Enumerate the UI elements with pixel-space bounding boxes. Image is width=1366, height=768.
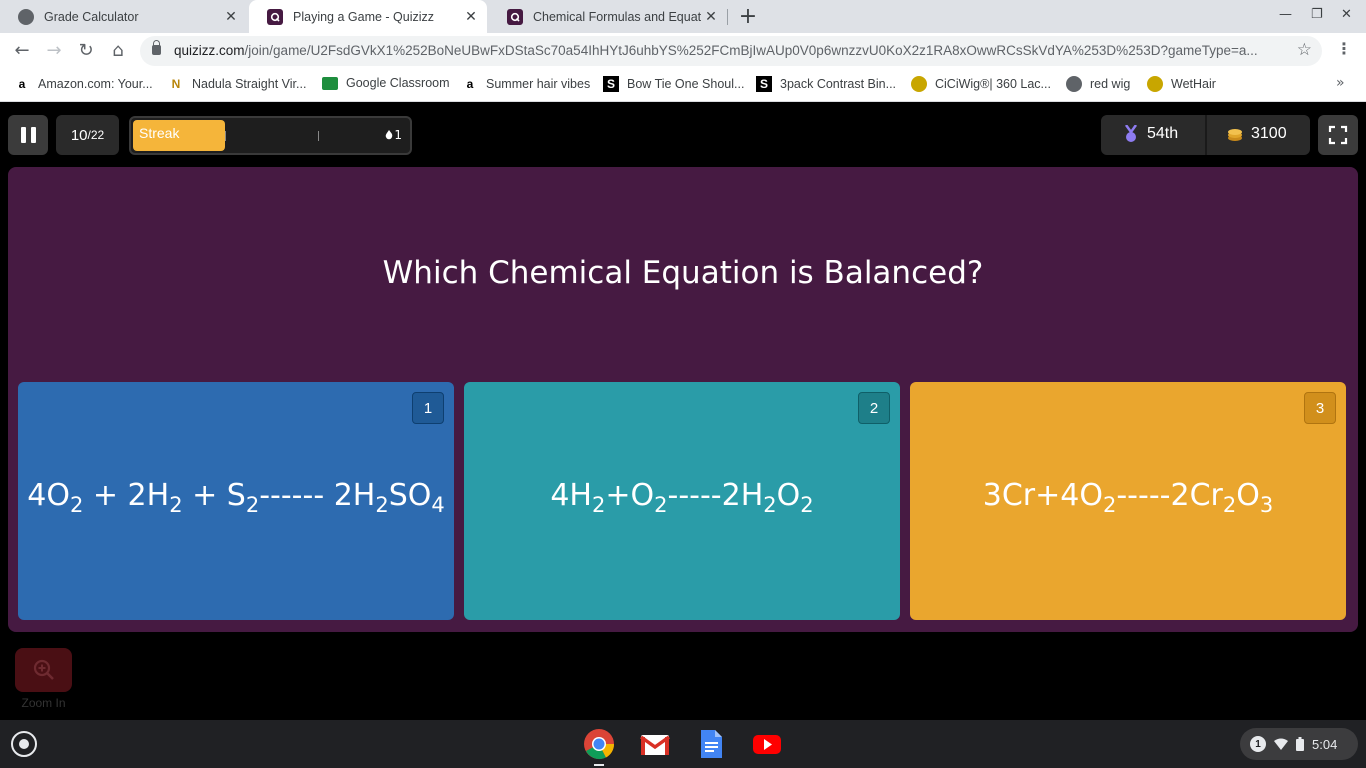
- tab-strip: Grade Calculator ✕ Playing a Game - Quiz…: [0, 0, 1366, 33]
- youtube-icon[interactable]: [751, 728, 783, 760]
- streak-counter: 1: [385, 128, 402, 142]
- fullscreen-icon: [1328, 125, 1348, 145]
- tab-chemical-formulas[interactable]: Chemical Formulas and Equatio ✕: [489, 0, 727, 33]
- more-bookmarks-icon[interactable]: »: [1336, 75, 1345, 91]
- s-icon: S: [756, 76, 772, 92]
- streak-bar: Streak 1: [129, 116, 412, 155]
- answer-option-2[interactable]: 2 4H2+O2-----2H2O2: [464, 382, 900, 620]
- battery-icon: [1296, 737, 1304, 751]
- bookmark-star-icon[interactable]: ☆: [1297, 40, 1312, 60]
- menu-icon[interactable]: ⋮: [1336, 39, 1352, 58]
- globe-icon: [1066, 76, 1082, 92]
- bookmark-summer-hair[interactable]: a Summer hair vibes: [462, 76, 591, 92]
- bookmark-wethair[interactable]: WetHair: [1147, 76, 1216, 92]
- forward-icon[interactable]: →: [42, 39, 66, 63]
- tab-title: Playing a Game - Quizizz: [293, 9, 435, 24]
- minimize-icon[interactable]: —: [1279, 7, 1292, 22]
- tab-quizizz-game[interactable]: Playing a Game - Quizizz ✕: [249, 0, 487, 33]
- nadula-icon: N: [171, 77, 181, 91]
- option-text: 4H2+O2-----2H2O2: [550, 478, 814, 517]
- fire-icon: [386, 130, 393, 140]
- amazon-icon: a: [18, 77, 26, 91]
- bookmark-red-wig[interactable]: red wig: [1066, 76, 1130, 92]
- amazon-icon: a: [466, 77, 474, 91]
- bookmarks-bar: a Amazon.com: Your... N Nadula Straight Vi…: [0, 69, 1366, 102]
- active-indicator: [594, 764, 604, 766]
- option-number: 1: [412, 392, 444, 424]
- gmail-icon[interactable]: [639, 728, 671, 760]
- bookmark-ciciwig[interactable]: CiCiWig®| 360 Lac...: [911, 76, 1051, 92]
- status-tray[interactable]: 1 5:04: [1240, 728, 1358, 760]
- zoom-in-label: Zoom In: [21, 696, 66, 710]
- coins-icon: [1228, 129, 1242, 141]
- tab-title: Chemical Formulas and Equatio: [533, 9, 701, 24]
- zoom-in-button[interactable]: [15, 648, 72, 692]
- clock: 5:04: [1312, 736, 1338, 752]
- question-counter: 10/22: [56, 115, 119, 155]
- question-panel: Which Chemical Equation is Balanced? 1 4…: [8, 167, 1358, 632]
- pause-button[interactable]: [8, 115, 48, 155]
- pause-icon: [20, 127, 26, 143]
- close-icon[interactable]: ✕: [701, 8, 721, 25]
- option-number: 2: [858, 392, 890, 424]
- restore-icon[interactable]: ❐: [1311, 7, 1323, 22]
- leaf-icon: [911, 76, 927, 92]
- option-text: 3Cr+4O2-----2Cr2O3: [982, 478, 1274, 517]
- s-icon: S: [603, 76, 619, 92]
- option-text: 4O2 + 2H2 + S2------ 2H2SO4: [27, 478, 445, 517]
- fullscreen-button[interactable]: [1318, 115, 1358, 155]
- reload-icon[interactable]: ↻: [74, 39, 98, 63]
- coins-display: 3100: [1227, 125, 1287, 143]
- docs-icon[interactable]: [695, 728, 727, 760]
- option-number: 3: [1304, 392, 1336, 424]
- question-text: Which Chemical Equation is Balanced?: [382, 255, 984, 291]
- address-bar[interactable]: quizizz.com/join/game/U2FsdGVkX1%252BoNe…: [140, 36, 1322, 66]
- home-icon[interactable]: ⌂: [106, 39, 130, 63]
- close-icon[interactable]: ✕: [221, 8, 241, 25]
- tab-title: Grade Calculator: [44, 9, 139, 24]
- bookmark-amazon[interactable]: a Amazon.com: Your...: [14, 76, 153, 92]
- globe-icon: [18, 8, 34, 25]
- answer-option-1[interactable]: 1 4O2 + 2H2 + S2------ 2H2SO4: [18, 382, 454, 620]
- streak-tick: [318, 131, 319, 141]
- close-icon[interactable]: ✕: [461, 8, 481, 25]
- launcher-icon[interactable]: [11, 731, 37, 757]
- back-icon[interactable]: ←: [10, 39, 34, 63]
- answer-option-3[interactable]: 3 3Cr+4O2-----2Cr2O3: [910, 382, 1346, 620]
- browser-toolbar: ← → ↻ ⌂ quizizz.com/join/game/U2FsdGVkX1…: [0, 33, 1366, 69]
- bookmark-google-classroom[interactable]: Google Classroom: [322, 76, 450, 90]
- quiz-game: 10/22 Streak 1 54th 3100 Which Chemical …: [0, 103, 1366, 720]
- medal-icon: [1124, 125, 1138, 142]
- new-tab-icon[interactable]: +: [737, 4, 759, 29]
- bookmark-3pack[interactable]: S 3pack Contrast Bin...: [756, 76, 896, 92]
- leaf-icon: [1147, 76, 1163, 92]
- rank-display: 54th: [1123, 125, 1178, 143]
- classroom-icon: [322, 76, 338, 90]
- wifi-icon: [1274, 738, 1288, 750]
- bookmark-bow-tie[interactable]: S Bow Tie One Shoul...: [603, 76, 744, 92]
- score-box: 54th 3100: [1101, 115, 1310, 155]
- url-text: quizizz.com/join/game/U2FsdGVkX1%252BoNe…: [174, 43, 1258, 58]
- chrome-icon[interactable]: [583, 728, 615, 760]
- os-shelf: 1 5:04: [0, 720, 1366, 768]
- tab-grade-calculator[interactable]: Grade Calculator ✕: [0, 0, 247, 33]
- lock-icon: [152, 40, 161, 55]
- tab-separator: [727, 9, 728, 25]
- quizizz-icon: [267, 8, 283, 25]
- quizizz-icon: [507, 8, 523, 25]
- bookmark-nadula[interactable]: N Nadula Straight Vir...: [168, 76, 307, 92]
- notification-badge: 1: [1250, 736, 1266, 752]
- streak-tick: [225, 131, 226, 141]
- close-window-icon[interactable]: ✕: [1341, 7, 1352, 22]
- zoom-in-icon: [33, 659, 54, 680]
